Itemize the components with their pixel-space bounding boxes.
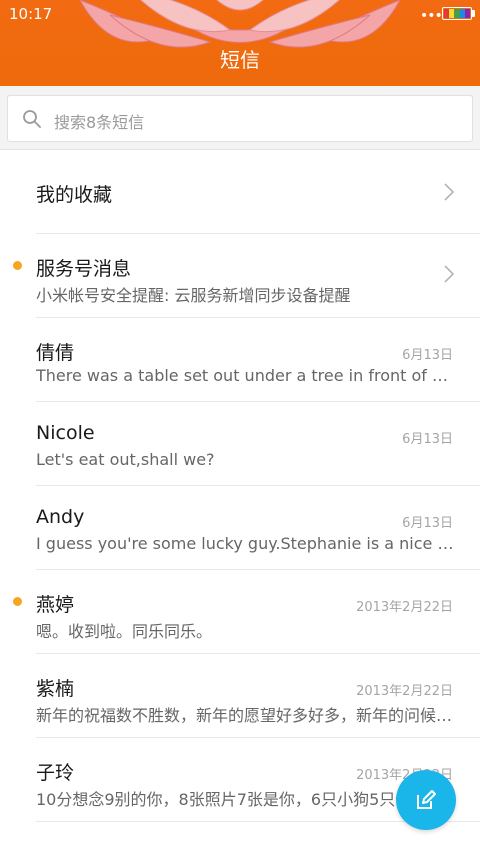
message-date: 6月13日 [402, 516, 453, 531]
lotus-decoration [79, 0, 401, 48]
list-item-title: 我的收藏 [36, 184, 113, 206]
list-item[interactable]: 紫楠 2013年2月22日 新年的祝福数不胜数，新年的愿望好多好多，新年的问候不… [0, 654, 480, 738]
list-item[interactable]: Nicole 6月13日 Let's eat out,shall we? [0, 402, 480, 486]
search-input[interactable]: 搜索8条短信 [7, 95, 473, 142]
contact-name: 燕婷 [36, 594, 75, 616]
message-preview: 10分想念9别的你，8张照片7张是你，6只小狗5只像你 [36, 790, 428, 809]
message-date: 2013年2月22日 [356, 684, 453, 699]
page-title: 短信 [220, 48, 260, 72]
header-bar: 10:17 ••• 短信 [0, 0, 480, 86]
message-date: 6月13日 [402, 432, 453, 447]
search-icon [23, 110, 41, 128]
list-item[interactable]: 倩倩 6月13日 There was a table set out under… [0, 318, 480, 402]
contact-name: 倩倩 [36, 342, 75, 364]
message-preview: 新年的祝福数不胜数，新年的愿望好多好多，新年的问候不能少 [36, 706, 454, 725]
list-item[interactable]: Andy 6月13日 I guess you're some lucky guy… [0, 486, 480, 570]
message-preview: 嗯。收到啦。同乐同乐。 [36, 622, 213, 641]
status-time: 10:17 [9, 5, 53, 23]
battery-tip [472, 10, 475, 17]
unread-dot [13, 597, 22, 606]
contact-name: 紫楠 [36, 678, 75, 700]
conversation-list: 我的收藏 服务号消息 小米帐号安全提醒: 云服务新增同步设备提醒 倩倩 6月13… [0, 150, 480, 822]
list-item-preview: 小米帐号安全提醒: 云服务新增同步设备提醒 [36, 286, 351, 305]
message-preview: I guess you're some lucky guy.Stephanie … [36, 534, 454, 553]
search-bar: 搜索8条短信 [0, 86, 480, 150]
battery-icon [442, 7, 472, 20]
message-date: 6月13日 [402, 348, 453, 363]
message-date: 2013年2月22日 [356, 600, 453, 615]
list-item[interactable]: 燕婷 2013年2月22日 嗯。收到啦。同乐同乐。 [0, 570, 480, 654]
list-item-favorites[interactable]: 我的收藏 [0, 150, 480, 234]
list-item-title: 服务号消息 [36, 258, 132, 280]
search-placeholder: 搜索8条短信 [54, 113, 145, 132]
message-preview: Let's eat out,shall we? [36, 450, 215, 469]
contact-name: Andy [36, 506, 85, 528]
chevron-right-icon [444, 183, 455, 201]
chevron-right-icon [444, 265, 455, 283]
compose-button[interactable] [396, 770, 456, 830]
contact-name: Nicole [36, 422, 95, 444]
list-item-service[interactable]: 服务号消息 小米帐号安全提醒: 云服务新增同步设备提醒 [0, 234, 480, 318]
more-dots-icon: ••• [420, 8, 443, 24]
compose-icon [417, 790, 436, 809]
contact-name: 子玲 [36, 762, 75, 784]
unread-dot [13, 261, 22, 270]
message-preview: There was a table set out under a tree i… [36, 366, 454, 385]
battery-segment [464, 9, 471, 18]
